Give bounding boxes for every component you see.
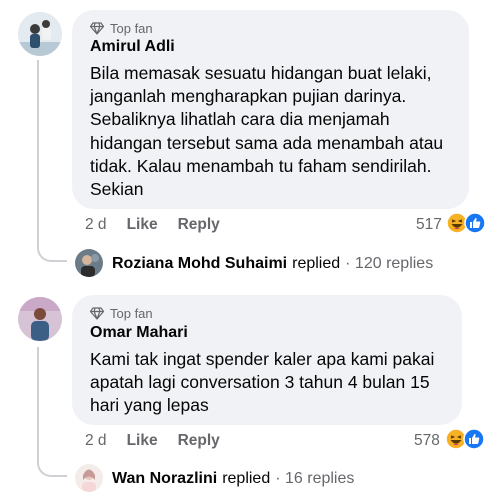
- reaction-summary[interactable]: 517: [416, 216, 442, 234]
- replier-name: Wan Norazlini: [112, 470, 218, 487]
- commenter-name[interactable]: Amirul Adli: [90, 38, 175, 56]
- timestamp[interactable]: 2 d: [85, 432, 107, 450]
- avatar[interactable]: [18, 12, 62, 56]
- comment-bubble: Top fan Omar Mahari Kami tak ingat spend…: [72, 295, 462, 425]
- reply-count: · 16 replies: [275, 470, 355, 487]
- commenter-name[interactable]: Omar Mahari: [90, 324, 188, 342]
- top-fan-badge: Top fan: [90, 306, 153, 321]
- reaction-count: 578: [414, 432, 440, 449]
- replier-name: Roziana Mohd Suhaimi: [112, 255, 288, 272]
- comment-line: Sebaliknya lihatlah cara dia menjamah: [90, 109, 390, 130]
- badge-label: Top fan: [110, 306, 153, 321]
- replied-label: replied: [222, 470, 271, 487]
- reply-count: · 120 replies: [345, 255, 434, 272]
- thread-line: [37, 347, 39, 461]
- diamond-icon: [90, 307, 104, 320]
- reply-avatar[interactable]: [75, 249, 103, 277]
- reply-button[interactable]: Reply: [178, 216, 220, 234]
- thread-connector: [37, 236, 67, 262]
- comment-line: Sekian: [90, 179, 144, 200]
- like-button[interactable]: Like: [127, 216, 158, 234]
- diamond-icon: [90, 22, 104, 35]
- comment-actions: 2 d Like Reply: [85, 432, 220, 450]
- reply-button[interactable]: Reply: [178, 432, 220, 450]
- comment-text: Kami tak ingat spender kaler apa kami pa…: [90, 348, 450, 418]
- comment-line: hidangan tersebut sama ada menambah atau: [90, 132, 444, 153]
- comment-actions: 2 d Like Reply: [85, 216, 220, 234]
- thread-connector: [37, 451, 67, 477]
- view-replies-link[interactable]: Roziana Mohd Suhaimi replied · 120 repli…: [112, 255, 433, 273]
- like-button[interactable]: Like: [127, 432, 158, 450]
- view-replies-link[interactable]: Wan Norazlini replied · 16 replies: [112, 470, 354, 488]
- avatar[interactable]: [18, 297, 62, 341]
- reaction-count: 517: [416, 216, 442, 233]
- badge-label: Top fan: [110, 21, 153, 36]
- profile-photo: [75, 249, 103, 277]
- like-icon: [464, 212, 486, 234]
- comment-line: Kami tak ingat spender kaler apa kami pa…: [90, 349, 435, 369]
- reaction-icons[interactable]: [445, 428, 485, 450]
- comment-line: janganlah mengharapkan pujian darinya.: [90, 86, 407, 107]
- profile-photo: [75, 464, 103, 492]
- comment-line: hari yang lepas: [90, 395, 209, 416]
- thread-line: [37, 60, 39, 246]
- timestamp[interactable]: 2 d: [85, 216, 107, 234]
- profile-photo: [18, 12, 62, 56]
- comment-text: Bila memasak sesuatu hidangan buat lelak…: [90, 62, 457, 201]
- reaction-summary[interactable]: 578: [414, 432, 440, 450]
- replied-label: replied: [292, 255, 341, 272]
- comment-bubble: Top fan Amirul Adli Bila memasak sesuatu…: [72, 10, 469, 209]
- reply-avatar[interactable]: [75, 464, 103, 492]
- comment-line: tidak. Kalau menambah tu faham sendirila…: [90, 155, 432, 176]
- like-icon: [463, 428, 485, 450]
- top-fan-badge: Top fan: [90, 21, 153, 36]
- reaction-icons[interactable]: [446, 212, 486, 234]
- profile-photo: [18, 297, 62, 341]
- comment-line: Bila memasak sesuatu hidangan buat lelak…: [90, 63, 432, 83]
- comment-line: apatah lagi conversation 3 tahun 4 bulan…: [90, 372, 430, 393]
